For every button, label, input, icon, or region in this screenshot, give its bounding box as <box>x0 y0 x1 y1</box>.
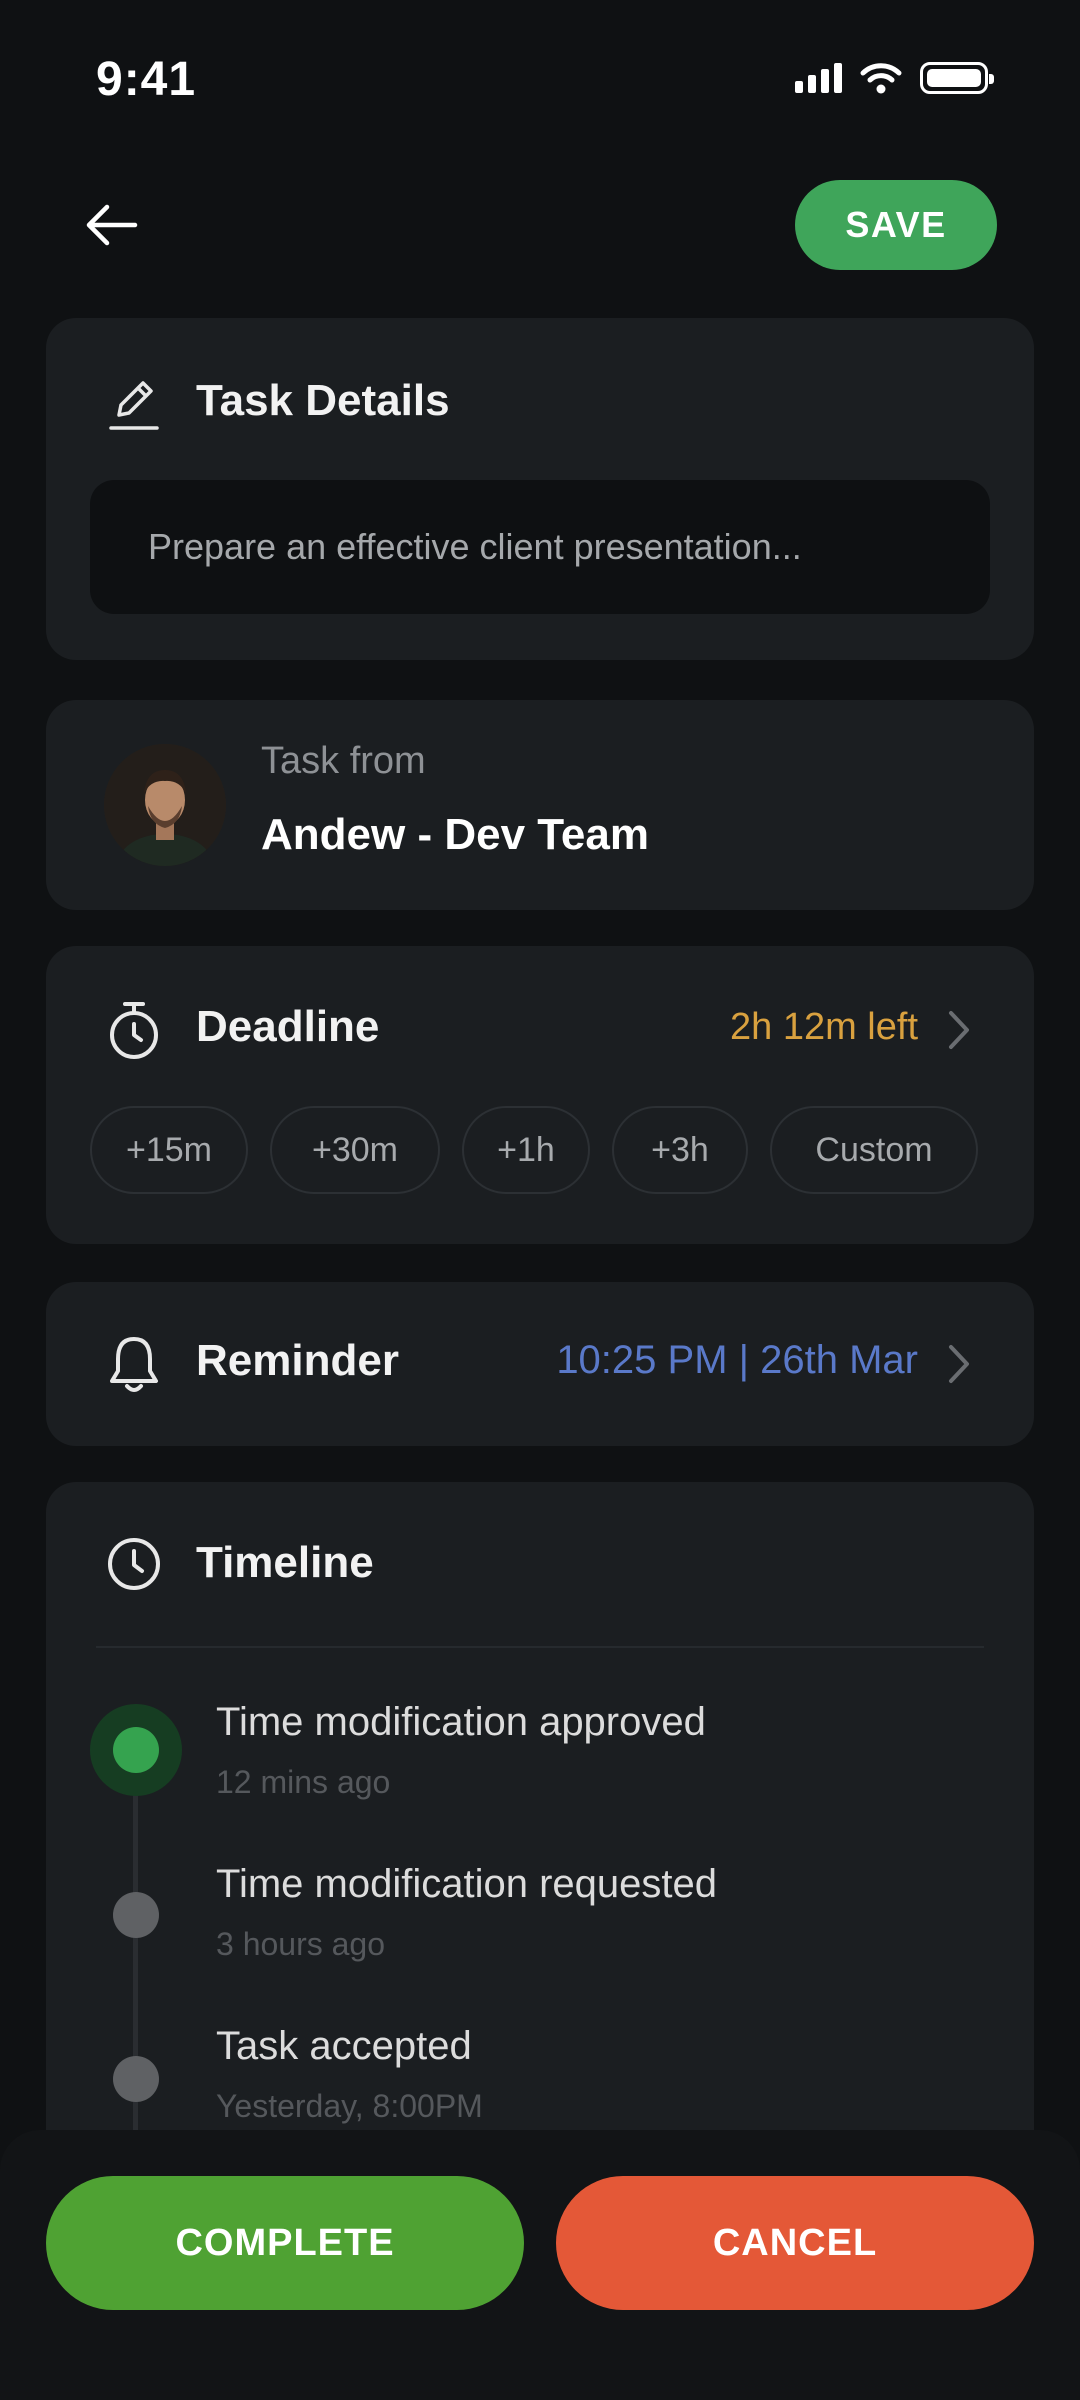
timeline-event-title: Task accepted <box>216 2024 472 2068</box>
task-edit-screen: 9:41 SAVE Task Details Prepare an effect… <box>0 0 1080 2400</box>
chip-custom[interactable]: Custom <box>770 1106 978 1194</box>
timeline-title: Timeline <box>196 1538 374 1587</box>
status-time: 9:41 <box>96 53 197 106</box>
bottom-action-bar: COMPLETE CANCEL <box>0 2130 1080 2400</box>
timeline-dot-active <box>90 1704 182 1796</box>
task-details-input[interactable]: Prepare an effective client presentation… <box>90 480 990 614</box>
deadline-options: +15m +30m +1h +3h Custom <box>90 1106 978 1194</box>
reminder-card[interactable]: Reminder 10:25 PM | 26th Mar <box>46 1282 1034 1446</box>
chevron-right-icon[interactable] <box>946 1008 972 1057</box>
reminder-datetime: 10:25 PM | 26th Mar <box>556 1338 918 1382</box>
timeline-connector <box>133 1762 138 2182</box>
reminder-title: Reminder <box>196 1336 399 1385</box>
cellular-signal-icon <box>795 63 842 93</box>
timeline-event-time: 12 mins ago <box>216 1764 391 1800</box>
timeline-dot <box>113 2056 159 2102</box>
timeline-event-time: Yesterday, 8:00PM <box>216 2088 483 2124</box>
bell-icon <box>104 1332 164 1396</box>
deadline-title: Deadline <box>196 1002 380 1051</box>
task-details-placeholder: Prepare an effective client presentation… <box>148 526 802 567</box>
task-details-title: Task Details <box>196 376 450 425</box>
arrow-left-icon <box>86 204 138 246</box>
chip-plus-3h[interactable]: +3h <box>612 1106 748 1194</box>
task-from-card[interactable]: Task from Andew - Dev Team <box>46 700 1034 910</box>
save-button[interactable]: SAVE <box>795 180 997 270</box>
task-from-label: Task from <box>261 740 426 782</box>
chevron-right-icon[interactable] <box>946 1342 972 1391</box>
timeline-event-title: Time modification approved <box>216 1700 706 1744</box>
avatar <box>104 744 226 866</box>
timeline-event-time: 3 hours ago <box>216 1926 386 1962</box>
task-details-card: Task Details Prepare an effective client… <box>46 318 1034 660</box>
timeline-divider <box>96 1646 984 1648</box>
chip-plus-1h[interactable]: +1h <box>462 1106 590 1194</box>
deadline-card: Deadline 2h 12m left +15m +30m +1h +3h C… <box>46 946 1034 1244</box>
battery-icon <box>920 62 994 94</box>
task-from-name: Andew - Dev Team <box>261 810 649 859</box>
stopwatch-icon <box>104 998 164 1062</box>
status-bar: 9:41 <box>0 0 1080 160</box>
clock-icon <box>104 1534 164 1594</box>
back-button[interactable] <box>76 190 146 260</box>
chip-plus-15m[interactable]: +15m <box>90 1106 248 1194</box>
chip-plus-30m[interactable]: +30m <box>270 1106 440 1194</box>
pencil-icon <box>104 374 164 434</box>
status-icons <box>795 62 994 94</box>
wifi-icon <box>860 63 902 94</box>
timeline-event-title: Time modification requested <box>216 1862 717 1906</box>
timeline-dot <box>113 1892 159 1938</box>
complete-button[interactable]: COMPLETE <box>46 2176 524 2310</box>
cancel-button[interactable]: CANCEL <box>556 2176 1034 2310</box>
deadline-remaining[interactable]: 2h 12m left <box>730 1006 918 1049</box>
timeline-card: Timeline Time modification approved 12 m… <box>46 1482 1034 2182</box>
